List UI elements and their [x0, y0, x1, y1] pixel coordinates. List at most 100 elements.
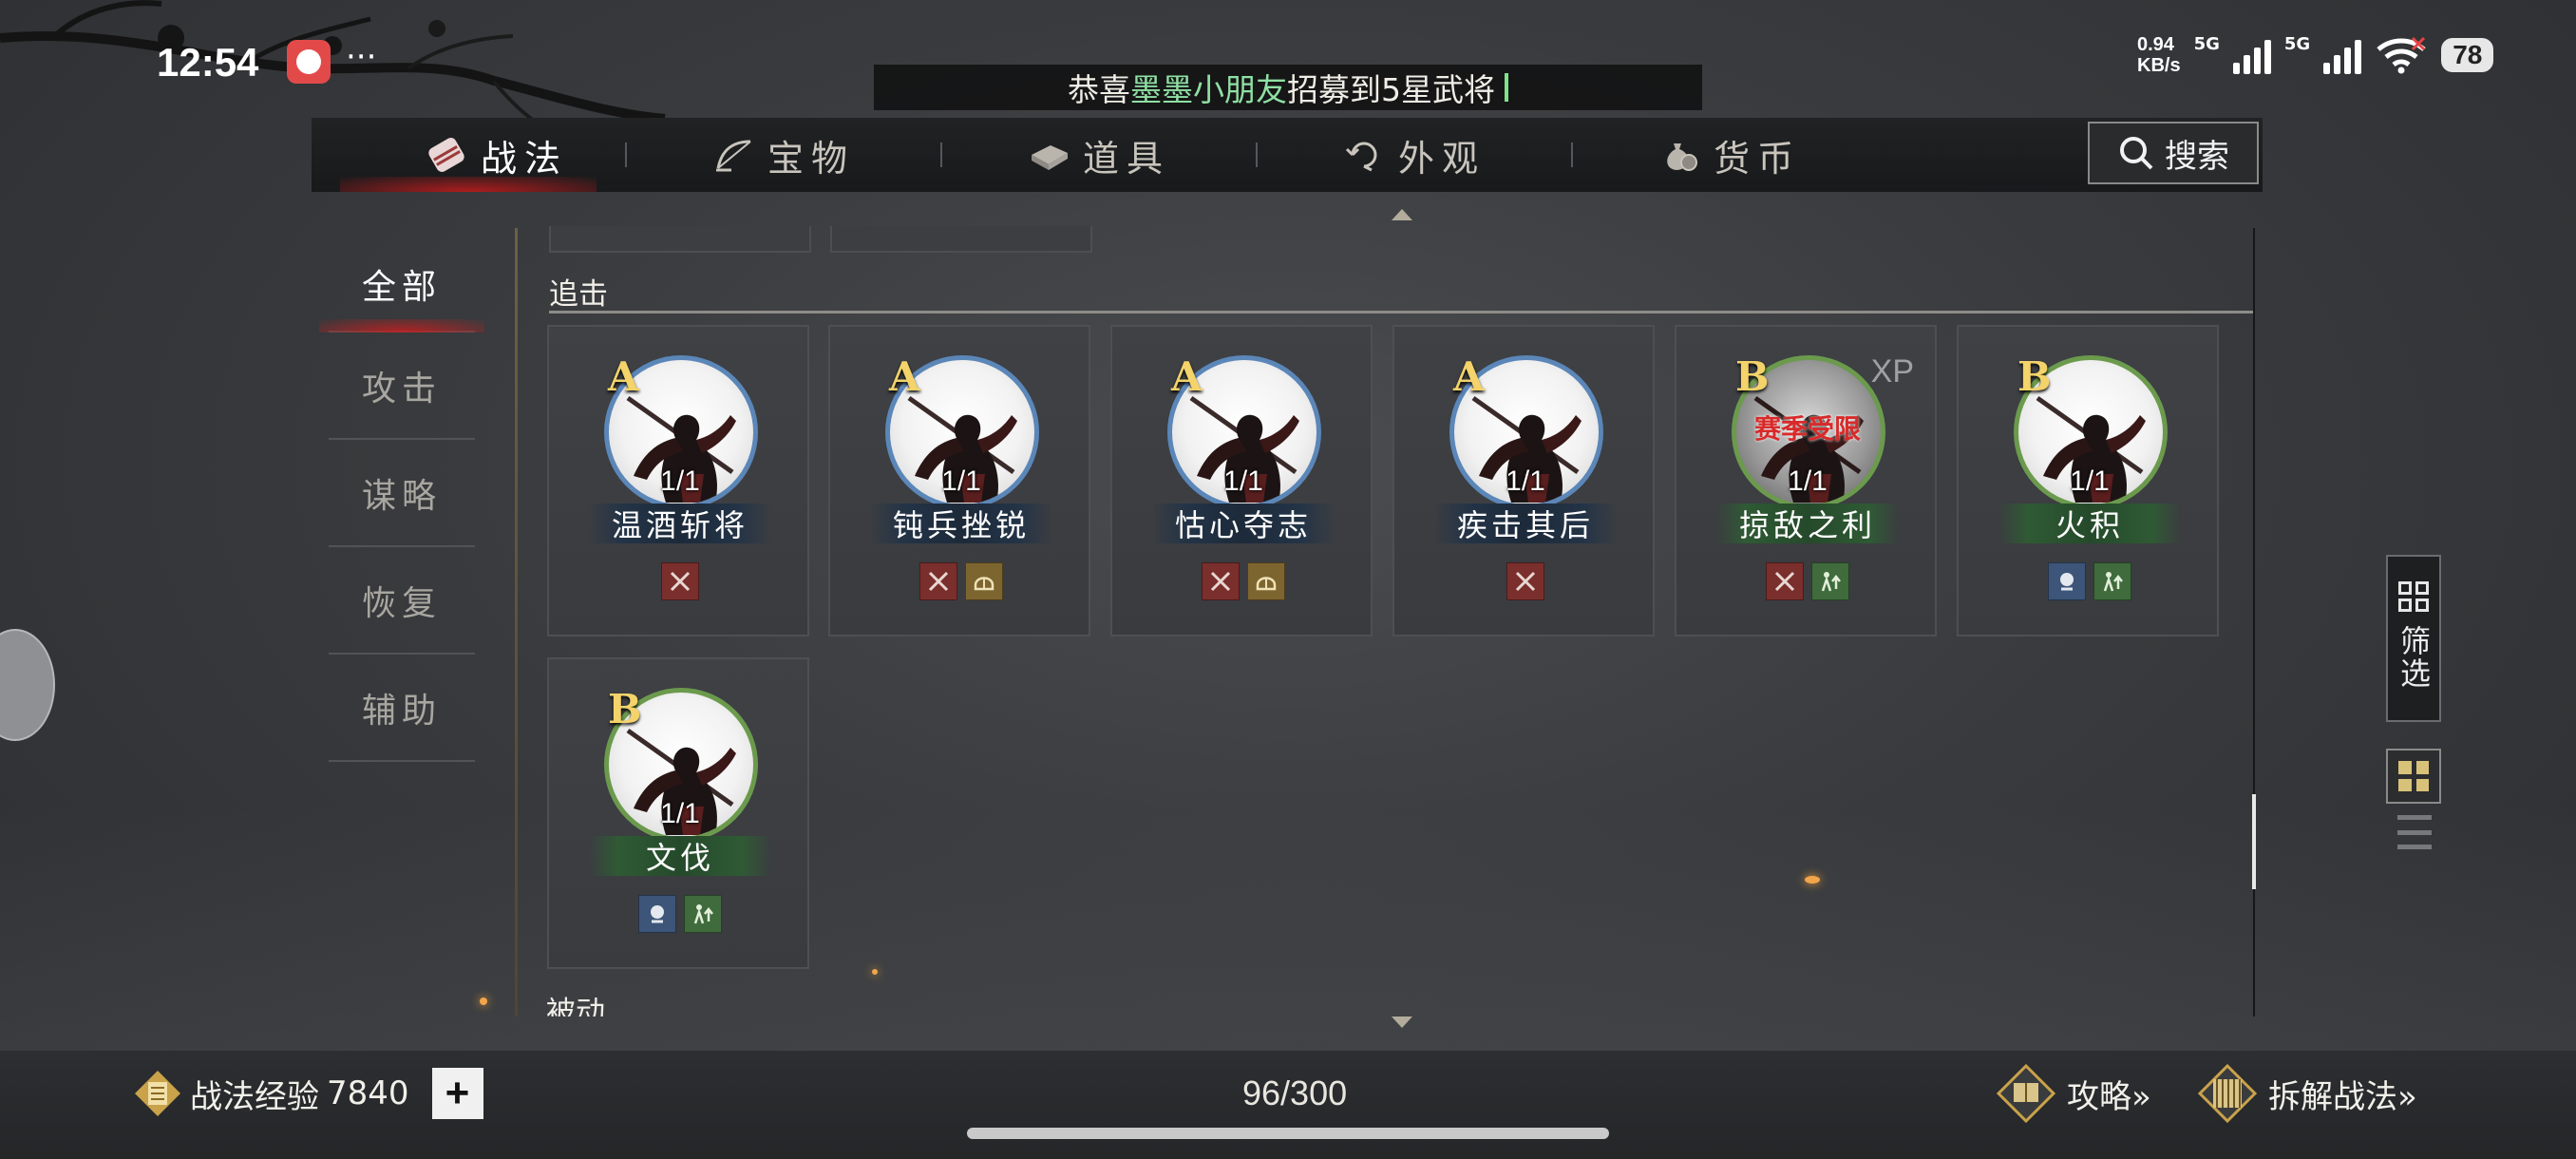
tactic-card[interactable]: A 1/1 怙心夺志: [1110, 325, 1373, 636]
tactic-grade: A: [608, 353, 639, 400]
tab-appearance[interactable]: 外观: [1258, 118, 1571, 192]
tactic-tags: [549, 562, 811, 600]
tactic-card[interactable]: A 1/1 温酒斩将: [547, 325, 809, 636]
battery-indicator: 78: [2441, 38, 2494, 72]
dismantle-scroll-icon: [2197, 1063, 2258, 1124]
tactic-grade: A: [1171, 353, 1203, 400]
tactic-grade: B: [608, 686, 642, 732]
tab-tactics[interactable]: 战法: [312, 118, 625, 192]
scroll-track: [2253, 228, 2255, 1016]
helmet-icon: [974, 577, 994, 591]
status-indicators: 0.94 KB/s 5G 5G 78: [2137, 34, 2494, 76]
tag-attack: [919, 562, 957, 600]
tactic-count: 1/1: [2070, 466, 2110, 497]
tab-treasures[interactable]: 宝物: [627, 118, 940, 192]
tag-buff: [2093, 562, 2131, 600]
helmet-icon: [1256, 577, 1277, 591]
floating-assist-button[interactable]: [0, 629, 55, 741]
bow-icon: [716, 140, 751, 172]
add-exp-button[interactable]: +: [431, 1068, 483, 1119]
recruit-ticker: 恭喜 墨墨小朋友 招募到5星武将: [874, 65, 1702, 110]
list-view-toggle[interactable]: [2397, 815, 2432, 849]
tactic-card[interactable]: B 1/1 文伐: [547, 657, 809, 969]
tag-attack: [1506, 562, 1544, 600]
tactic-tags: [1394, 562, 1657, 600]
tactic-tags: [1959, 562, 2221, 600]
signal-label-2: 5G: [2283, 34, 2311, 54]
tag-buff: [684, 895, 722, 933]
tactic-exp: 战法经验 7840 +: [133, 1068, 483, 1119]
tactic-name: 温酒斩将: [589, 504, 771, 543]
ember-particle: [872, 969, 878, 975]
tag-defense: [1247, 562, 1285, 600]
status-time: 12:54: [157, 40, 259, 85]
tactic-count: 1/1: [660, 798, 700, 829]
content-left-border: [515, 228, 518, 1016]
tactic-count: 1/1: [941, 466, 981, 497]
guide-button[interactable]: 攻略»: [1995, 1062, 2151, 1125]
category-strategy[interactable]: 谋略: [329, 440, 475, 547]
tactic-grade: B: [1735, 353, 1770, 400]
tactic-grade: A: [1453, 353, 1485, 400]
figure-up-arrow-icon: [2103, 572, 2123, 592]
signal-bars-icon: [2323, 36, 2362, 74]
tactic-name: 文伐: [589, 836, 771, 876]
book-icon: [1032, 145, 1069, 170]
category-all[interactable]: 全部: [319, 238, 484, 332]
tactic-name: 钝兵挫锐: [870, 504, 1052, 543]
grid-view-toggle[interactable]: [2386, 749, 2441, 804]
filter-button[interactable]: 筛选: [2386, 555, 2441, 722]
crossed-swords-icon: [1515, 571, 1536, 592]
section-title-pursuit: 追击: [549, 277, 608, 312]
partial-card: [830, 226, 1092, 253]
tactic-name: 掠敌之利: [1716, 504, 1899, 543]
crossed-swords-icon: [928, 571, 949, 592]
filter-grid-icon: [2398, 581, 2429, 612]
tactic-count: 1/1: [1506, 466, 1545, 497]
search-button[interactable]: 搜索: [2088, 122, 2259, 184]
dismantle-tactic-button[interactable]: 拆解战法»: [2196, 1062, 2417, 1125]
ticker-player-name: 墨墨小朋友: [1130, 71, 1287, 108]
home-indicator[interactable]: [967, 1128, 1609, 1139]
tab-currency[interactable]: 货币: [1573, 118, 1886, 192]
tactic-card[interactable]: B XP 赛季受限 1/1 掠敌之利: [1675, 325, 1937, 636]
scroll-bundle-icon: [428, 138, 464, 172]
tag-attack: [661, 562, 699, 600]
tag-attack: [1202, 562, 1240, 600]
tactic-name: 疾击其后: [1434, 504, 1617, 543]
net-speed: 0.94 KB/s: [2137, 34, 2181, 76]
tactic-tags: [549, 895, 811, 933]
tag-strategy: [638, 895, 676, 933]
xp-tag: XP: [1870, 353, 1914, 390]
refresh-swirl-icon: [1345, 142, 1377, 172]
tab-items[interactable]: 道具: [942, 118, 1256, 192]
fog-overlay: [0, 808, 2576, 1054]
tactic-card[interactable]: A 1/1 钝兵挫锐: [828, 325, 1090, 636]
crossed-swords-icon: [670, 571, 691, 592]
category-support[interactable]: 辅助: [329, 655, 475, 762]
exp-scroll-icon: [135, 1071, 180, 1116]
tactic-count: 1/1: [660, 466, 700, 497]
coin-bag-icon: [1667, 143, 1698, 171]
tactic-tags: [1676, 562, 1939, 600]
figure-up-arrow-icon: [1821, 572, 1841, 592]
top-tab-bar: 战法 宝物 道具 外观 货币: [312, 118, 2263, 192]
scroll-strategy-icon: [2060, 573, 2074, 591]
figure-up-arrow-icon: [693, 904, 713, 924]
tactic-capacity: 96/300: [1242, 1074, 1348, 1112]
wifi-icon: [2377, 36, 2426, 74]
crossed-swords-icon: [1774, 571, 1795, 592]
season-locked-label: 赛季受限: [1753, 413, 1861, 445]
tactic-card[interactable]: A 1/1 疾击其后: [1392, 325, 1655, 636]
scroll-thumb[interactable]: [2252, 794, 2256, 889]
tactic-grade: B: [2017, 353, 2052, 400]
tactic-name: 火积: [1998, 504, 2181, 543]
tag-defense: [965, 562, 1003, 600]
category-attack[interactable]: 攻击: [329, 332, 475, 440]
scroll-up-icon[interactable]: [1392, 209, 1412, 220]
tactic-card[interactable]: B 1/1 火积: [1957, 325, 2219, 636]
app-notification-icon: [287, 40, 331, 84]
tag-strategy: [2048, 562, 2086, 600]
category-recovery[interactable]: 恢复: [329, 547, 475, 655]
scroll-down-icon[interactable]: [1392, 1016, 1412, 1028]
